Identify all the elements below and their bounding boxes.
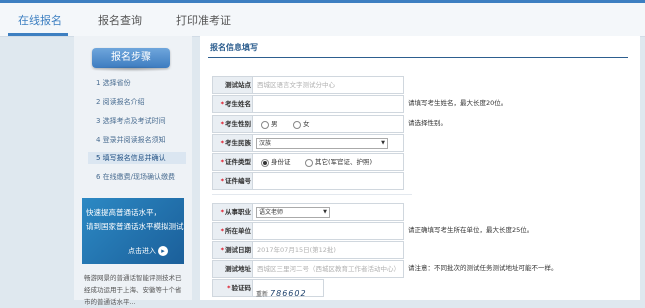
label-ethnicity: *考生民族 (212, 134, 254, 152)
test-address-hint: 请注意：不同批次的测试任务测试地址可能不一样。 (408, 264, 558, 272)
captcha-image[interactable]: 重新 786602 (256, 289, 307, 298)
tab-registration-query[interactable]: 报名查询 (98, 12, 142, 28)
occupation-field: 语文老师 ▼ (252, 203, 404, 221)
chevron-down-icon: ▼ (323, 209, 327, 215)
label-id-type: *证件类型 (212, 153, 254, 171)
gender-female-label: 女 (303, 120, 310, 128)
gender-male-radio[interactable] (261, 121, 269, 129)
gender-hint: 请选择性别。 (408, 119, 447, 127)
id-type-other-radio[interactable] (305, 159, 313, 167)
step-select-province[interactable]: 1 选择省份 (96, 78, 131, 88)
sidebar: 报名步骤 1 选择省份 2 阅读报名介绍 3 选择考点及考试时间 4 登录并阅读… (74, 36, 192, 306)
label-test-address: 测试地址 (212, 260, 254, 278)
id-type-other-label: 其它(军官证、护照) (315, 158, 373, 166)
chevron-down-icon: ▼ (381, 140, 385, 146)
id-type-idcard-label: 身份证 (271, 158, 291, 166)
ethnicity-field: 汉族 ▼ (252, 134, 404, 152)
row-captcha: *验证码 重新 786602 (212, 279, 612, 298)
step-payment[interactable]: 6 在线缴费/现场确认缴费 (96, 172, 175, 182)
label-employer: *所在单位 (212, 222, 254, 240)
form-divider (212, 194, 412, 195)
row-id-type: *证件类型 身份证 其它(军官证、护照) (212, 153, 612, 171)
gender-field: 男 女 (252, 115, 404, 133)
label-gender: *考生性别 (212, 115, 254, 133)
label-test-date: *测试日期 (212, 241, 254, 259)
test-site-value: 西城区语言文字测试分中心 (257, 81, 335, 89)
promo-line1: 快速提高普通话水平， (86, 208, 161, 217)
captcha-code: 786602 (270, 289, 307, 298)
row-test-date: *测试日期 2017年07月15日(第12批) (212, 241, 612, 259)
tab-print-admission-ticket[interactable]: 打印准考证 (176, 12, 231, 28)
section-title: 报名信息填写 (210, 43, 258, 52)
step-fill-info-confirm[interactable]: 5 填写报名信息并确认 (88, 152, 186, 164)
row-occupation: *从事职业 语文老师 ▼ (212, 203, 612, 221)
test-date-value: 2017年07月15日(第12批) (257, 246, 336, 254)
occupation-select[interactable]: 语文老师 ▼ (256, 207, 330, 218)
gender-female-radio[interactable] (293, 121, 301, 129)
section-divider (208, 57, 628, 58)
arrow-right-icon: ▸ (158, 246, 168, 256)
candidate-name-input[interactable] (252, 95, 404, 113)
label-test-site: 测试站点 (212, 76, 254, 94)
row-test-address: 测试地址 西城区三里河二号（西城区教育工作者活动中心） 请注意：不同批次的测试任… (212, 260, 612, 278)
test-site-field: 西城区语言文字测试分中心 (252, 76, 404, 94)
ethnicity-select[interactable]: 汉族 ▼ (256, 138, 388, 149)
label-id-number: *证件编号 (212, 172, 254, 190)
promo-banner[interactable]: 快速提高普通话水平， 请到国家普通话水平模拟测试 点击进入 ▸ (82, 198, 184, 264)
promo-enter-label: 点击进入 (128, 247, 156, 255)
row-id-number: *证件编号 (212, 172, 612, 190)
top-nav: 在线报名 报名查询 打印准考证 (0, 0, 645, 37)
promo-description: 畅游网景的普通话智能评测技术已经成功运用于上海、安徽等十个省市的普通话水平... (84, 274, 182, 306)
row-test-site: 测试站点 西城区语言文字测试分中心 (212, 76, 612, 94)
main-content: 报名信息填写 测试站点 西城区语言文字测试分中心 *考生姓名 请填写考生姓名，最… (200, 36, 640, 300)
step-login-read-notice[interactable]: 4 登录并阅读报名须知 (96, 135, 166, 145)
steps-title: 报名步骤 (92, 48, 170, 68)
active-tab-indicator (8, 33, 68, 36)
promo-line2: 请到国家普通话水平模拟测试 (86, 222, 184, 231)
employer-hint: 请正确填写考生所在单位，最大长度25位。 (408, 226, 534, 234)
step-read-introduction[interactable]: 2 阅读报名介绍 (96, 97, 145, 107)
promo-enter-button[interactable]: 点击进入 ▸ (128, 246, 168, 256)
step-select-site-time[interactable]: 3 选择考点及考试时间 (96, 116, 166, 126)
row-ethnicity: *考生民族 汉族 ▼ (212, 134, 612, 152)
candidate-name-hint: 请填写考生姓名，最大长度20位。 (408, 99, 508, 107)
employer-input[interactable] (252, 222, 404, 240)
test-address-value: 西城区三里河二号（西城区教育工作者活动中心） (257, 265, 400, 273)
id-number-input[interactable] (252, 172, 404, 190)
test-address-field: 西城区三里河二号（西城区教育工作者活动中心） (252, 260, 404, 278)
id-type-idcard-radio[interactable] (261, 159, 269, 167)
captcha-refresh-link[interactable]: 重新 (256, 291, 268, 298)
label-captcha: *验证码 (212, 279, 254, 297)
tab-online-registration[interactable]: 在线报名 (18, 12, 62, 28)
gender-male-label: 男 (271, 120, 278, 128)
label-occupation: *从事职业 (212, 203, 254, 221)
row-candidate-name: *考生姓名 请填写考生姓名，最大长度20位。 (212, 95, 612, 113)
steps-title-shadow (88, 66, 174, 72)
row-employer: *所在单位 请正确填写考生所在单位，最大长度25位。 (212, 222, 612, 240)
id-type-field: 身份证 其它(军官证、护照) (252, 153, 404, 171)
top-accent-bar (0, 0, 645, 3)
row-gender: *考生性别 男 女 请选择性别。 (212, 115, 612, 133)
label-candidate-name: *考生姓名 (212, 95, 254, 113)
test-date-field: 2017年07月15日(第12批) (252, 241, 404, 259)
